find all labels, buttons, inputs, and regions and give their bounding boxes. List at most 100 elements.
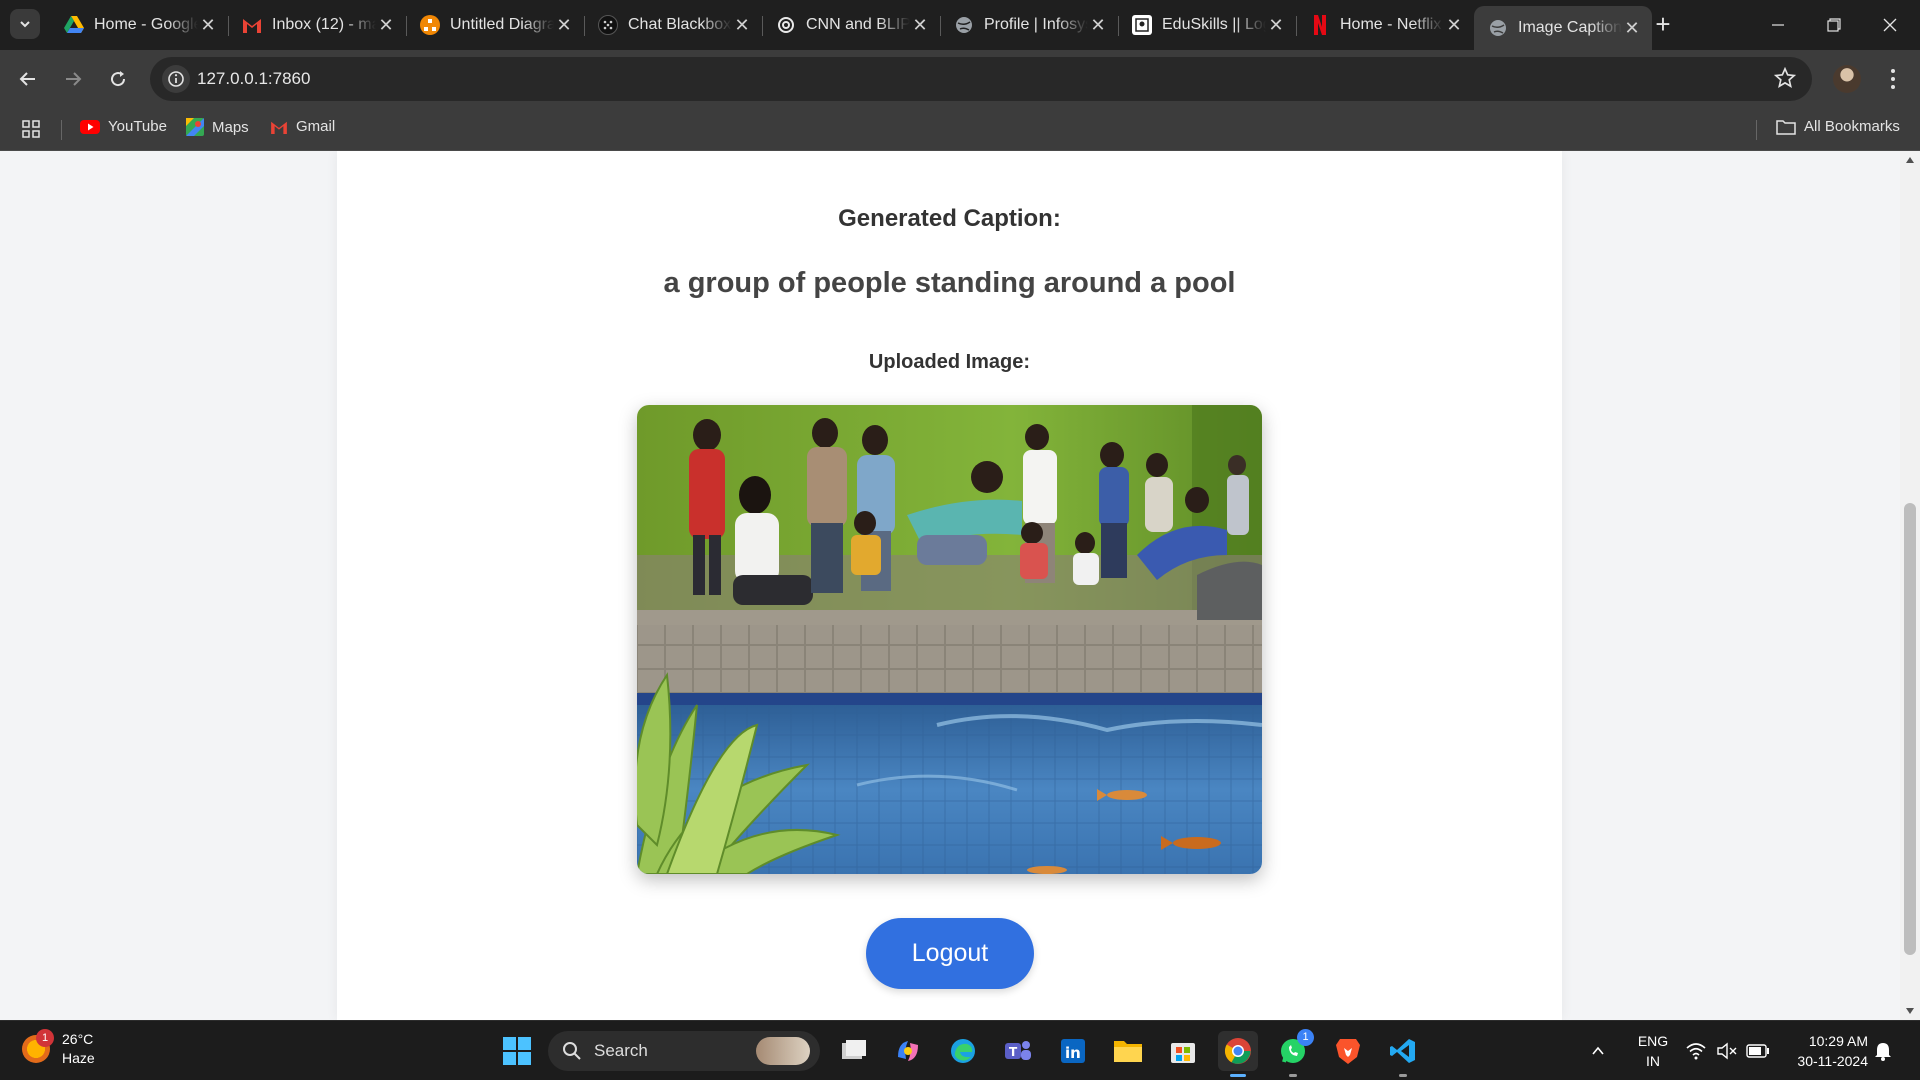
page-viewport: Generated Caption: a group of people sta… [0, 151, 1900, 1020]
folder-icon [1776, 119, 1796, 135]
profile-avatar[interactable] [1833, 65, 1861, 93]
volume-muted-icon[interactable] [1716, 1021, 1738, 1080]
back-button[interactable] [13, 64, 43, 94]
notification-bell-icon[interactable] [1874, 1021, 1892, 1080]
bookmark-label: YouTube [108, 118, 167, 135]
vscode-icon [1390, 1039, 1415, 1063]
caption-heading: Generated Caption: [838, 205, 1061, 232]
tab-title: Untitled Diagram [450, 16, 554, 33]
vscode-button[interactable] [1383, 1031, 1423, 1077]
logout-button[interactable]: Logout [866, 918, 1034, 989]
bookmarks-divider [61, 120, 62, 140]
running-app-indicator [1289, 1074, 1297, 1077]
tab-eduskills[interactable]: EduSkills || Login ✕ [1118, 6, 1296, 44]
battery-icon[interactable] [1746, 1021, 1770, 1080]
new-tab-button[interactable]: + [1648, 10, 1678, 40]
search-icon [563, 1042, 581, 1060]
tab-google-drive[interactable]: Home - Google Drive ✕ [50, 6, 228, 44]
reload-button[interactable] [103, 64, 133, 94]
weather-badge: 1 [36, 1029, 54, 1047]
bookmark-gmail[interactable]: Gmail [270, 118, 335, 135]
close-icon[interactable]: ✕ [732, 15, 752, 36]
system-clock[interactable]: 10:29 AM 30-11-2024 [1784, 1031, 1868, 1071]
search-highlight-image [756, 1037, 810, 1065]
copilot-icon [898, 1041, 918, 1061]
whatsapp-button[interactable]: 1 [1273, 1029, 1314, 1077]
all-bookmarks-button[interactable]: All Bookmarks [1776, 118, 1900, 135]
browser-menu-icon[interactable] [1883, 66, 1903, 92]
openai-icon [776, 15, 796, 35]
whatsapp-badge: 1 [1297, 1029, 1314, 1046]
clock-time: 10:29 AM [1808, 1033, 1868, 1049]
close-icon[interactable]: ✕ [1266, 15, 1286, 36]
tab-title: Image Caption [1518, 19, 1622, 36]
windows-logo-icon [503, 1037, 531, 1065]
tab-strip: Home - Google Drive ✕ Inbox (12) - mail … [0, 0, 1920, 50]
bookmark-youtube[interactable]: YouTube [80, 118, 167, 135]
uploaded-image-heading: Uploaded Image: [868, 351, 1031, 373]
bookmark-star-icon[interactable] [1773, 66, 1797, 94]
linkedin-button[interactable]: in [1053, 1031, 1093, 1071]
forward-button[interactable] [58, 64, 88, 94]
active-app-indicator [1230, 1074, 1246, 1077]
close-window-button[interactable] [1862, 0, 1918, 50]
chrome-button[interactable] [1218, 1031, 1258, 1077]
url-text[interactable]: 127.0.0.1:7860 [197, 69, 310, 89]
tab-title: Profile | Infosys [984, 16, 1088, 33]
maps-icon [186, 118, 204, 136]
brave-button[interactable] [1328, 1031, 1368, 1071]
bookmarks-divider [1756, 120, 1757, 140]
close-icon[interactable]: ✕ [1444, 15, 1464, 36]
youtube-icon [80, 119, 100, 134]
tab-title: CNN and BLIP [806, 16, 910, 33]
wifi-icon[interactable] [1686, 1021, 1706, 1080]
gmail-icon [270, 120, 288, 134]
tab-netflix[interactable]: Home - Netflix ✕ [1296, 6, 1474, 44]
close-icon[interactable]: ✕ [910, 15, 930, 36]
scroll-up-icon[interactable] [1906, 157, 1914, 163]
google-drive-icon [64, 15, 84, 35]
close-icon[interactable]: ✕ [376, 15, 396, 36]
tab-chat-blackbox[interactable]: Chat Blackbox ✕ [584, 6, 762, 44]
apps-grid-icon[interactable] [22, 120, 40, 138]
tab-cnn-blip[interactable]: CNN and BLIP ✕ [762, 6, 940, 44]
language-indicator[interactable]: ENG IN [1634, 1031, 1672, 1071]
close-icon[interactable]: ✕ [198, 15, 218, 36]
start-button[interactable] [497, 1031, 537, 1071]
tab-profile-infosys[interactable]: Profile | Infosys ✕ [940, 6, 1118, 44]
reload-icon [111, 71, 126, 87]
tab-gmail-inbox[interactable]: Inbox (12) - mail ✕ [228, 6, 406, 44]
tab-title: Inbox (12) - mail [272, 16, 376, 33]
vertical-scrollbar[interactable] [1900, 151, 1920, 1020]
chrome-icon [1224, 1038, 1251, 1064]
svg-text:T: T [1009, 1045, 1018, 1059]
close-icon[interactable]: ✕ [1622, 18, 1642, 39]
restore-button[interactable] [1806, 0, 1862, 50]
minimize-button[interactable] [1750, 0, 1806, 50]
microsoft-store-button[interactable] [1163, 1031, 1203, 1071]
scroll-thumb[interactable] [1904, 503, 1916, 955]
bookmark-maps[interactable]: Maps [186, 118, 249, 136]
tab-search-button[interactable] [10, 9, 40, 39]
scroll-down-icon[interactable] [1906, 1008, 1914, 1014]
weather-widget[interactable]: 1 26°C Haze [22, 1029, 95, 1068]
close-icon[interactable]: ✕ [1088, 15, 1108, 36]
generated-caption: a group of people standing around a pool [663, 267, 1236, 299]
tab-image-caption[interactable]: Image Caption ✕ [1474, 6, 1652, 50]
copilot-button[interactable] [888, 1031, 928, 1071]
bookmark-label: Gmail [296, 118, 336, 135]
chevron-down-icon [20, 21, 30, 28]
tab-untitled-diagram[interactable]: Untitled Diagram ✕ [406, 6, 584, 44]
site-info-icon[interactable] [162, 65, 190, 93]
running-app-indicator [1399, 1074, 1407, 1077]
edge-button[interactable] [943, 1031, 983, 1071]
address-bar[interactable]: 127.0.0.1:7860 [150, 57, 1812, 101]
teams-button[interactable]: T [998, 1031, 1038, 1071]
file-explorer-button[interactable] [1108, 1031, 1148, 1071]
task-view-button[interactable] [834, 1031, 874, 1071]
close-icon[interactable]: ✕ [554, 15, 574, 36]
taskbar-search[interactable]: Search [548, 1031, 820, 1071]
blackbox-icon [598, 15, 618, 35]
close-icon [1883, 18, 1897, 32]
show-hidden-icons[interactable] [1590, 1021, 1606, 1080]
